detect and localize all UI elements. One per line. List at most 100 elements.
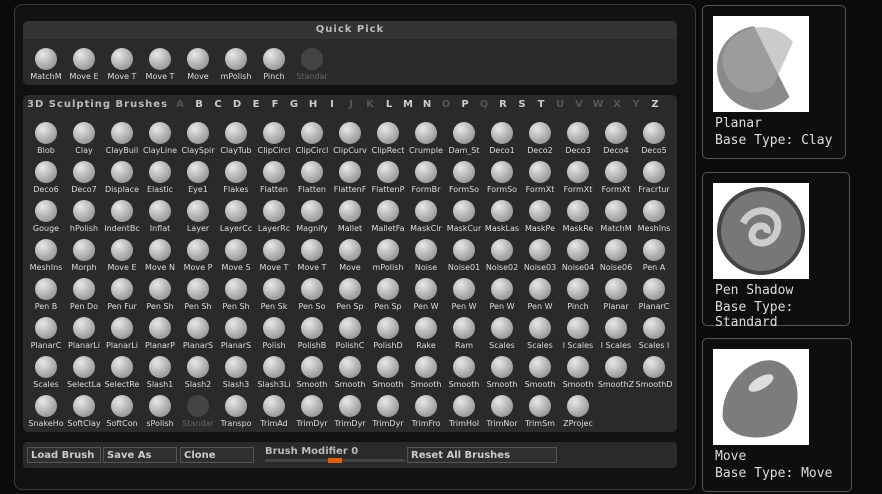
brush-item[interactable]: Pen Sp [331, 273, 369, 312]
brush-item[interactable]: Pen Sh [179, 273, 217, 312]
brush-item[interactable]: Scales l [635, 312, 673, 351]
brush-item[interactable]: SoftClay [65, 390, 103, 429]
brush-item[interactable]: Flatten [293, 156, 331, 195]
brush-item[interactable]: Standar [179, 390, 217, 429]
brush-item[interactable]: MeshIns [635, 195, 673, 234]
brush-item[interactable]: Smooth [293, 351, 331, 390]
brush-item[interactable]: Layer [179, 195, 217, 234]
brush-item[interactable]: ClipCircl [255, 117, 293, 156]
alphabet-letter-s[interactable]: S [515, 99, 529, 110]
alphabet-letter-c[interactable]: C [211, 99, 225, 110]
brush-item[interactable]: Fracrtur [635, 156, 673, 195]
brush-item[interactable]: SelectRe [103, 351, 141, 390]
brush-item[interactable]: mPolish [369, 234, 407, 273]
brush-item[interactable]: ClipCircl [293, 117, 331, 156]
brush-item[interactable]: Pen Do [65, 273, 103, 312]
brush-item[interactable]: Inflat [141, 195, 179, 234]
brush-item[interactable]: Noise04 [559, 234, 597, 273]
brush-item[interactable]: Pen W [445, 273, 483, 312]
load-brush-button[interactable]: Load Brush [27, 447, 101, 463]
brush-item[interactable]: Pen Sh [141, 273, 179, 312]
brush-item[interactable]: Flatten [255, 156, 293, 195]
brush-item[interactable]: LayerCc [217, 195, 255, 234]
quick-pick-brush-0[interactable]: MatchM [27, 43, 65, 82]
brush-item[interactable]: sPolish [141, 390, 179, 429]
brush-item[interactable]: Scales [521, 312, 559, 351]
brush-item[interactable]: Pinch [559, 273, 597, 312]
brush-item[interactable]: MaskPe [521, 195, 559, 234]
brush-item[interactable]: Dam_St [445, 117, 483, 156]
alphabet-letter-g[interactable]: G [287, 99, 301, 110]
brush-preview-pen-shadow[interactable]: Pen Shadow Base Type: Standard [702, 172, 850, 330]
clone-button[interactable]: Clone [180, 447, 254, 463]
brush-item[interactable]: FormSo [445, 156, 483, 195]
brush-item[interactable]: Smooth [559, 351, 597, 390]
quick-pick-brush-5[interactable]: mPolish [217, 43, 255, 82]
brush-item[interactable]: Deco4 [597, 117, 635, 156]
brush-item[interactable]: LayerRc [255, 195, 293, 234]
brush-item[interactable]: Move E [103, 234, 141, 273]
brush-item[interactable]: Pen Sp [369, 273, 407, 312]
quick-pick-brush-6[interactable]: Pinch [255, 43, 293, 82]
brush-item[interactable]: Smooth [407, 351, 445, 390]
save-as-button[interactable]: Save As [103, 447, 177, 463]
brush-item[interactable]: PlanarLi [65, 312, 103, 351]
brush-item[interactable]: PolishC [331, 312, 369, 351]
brush-item[interactable]: PlanarP [141, 312, 179, 351]
brush-item[interactable]: ClayBuil [103, 117, 141, 156]
brush-item[interactable]: MaskCur [445, 195, 483, 234]
brush-item[interactable]: Move T [255, 234, 293, 273]
alphabet-letter-b[interactable]: B [192, 99, 206, 110]
alphabet-letter-e[interactable]: E [249, 99, 263, 110]
brush-modifier-slider[interactable]: Brush Modifier 0 [265, 446, 358, 457]
brush-item[interactable]: l Scales [559, 312, 597, 351]
brush-item[interactable]: Deco2 [521, 117, 559, 156]
brush-item[interactable]: Displace [103, 156, 141, 195]
alphabet-letter-t[interactable]: T [534, 99, 548, 110]
brush-item[interactable]: PlanarS [179, 312, 217, 351]
brush-item[interactable]: Transpo [217, 390, 255, 429]
brush-item[interactable]: Deco1 [483, 117, 521, 156]
brush-item[interactable]: Noise02 [483, 234, 521, 273]
brush-item[interactable]: FlattenF [331, 156, 369, 195]
brush-item[interactable]: FormXt [559, 156, 597, 195]
brush-item[interactable]: TrimSm [521, 390, 559, 429]
alphabet-letter-p[interactable]: P [458, 99, 472, 110]
brush-item[interactable]: Pen W [521, 273, 559, 312]
brush-item[interactable]: Blob [27, 117, 65, 156]
brush-item[interactable]: TrimAd [255, 390, 293, 429]
brush-item[interactable]: Magnify [293, 195, 331, 234]
brush-item[interactable]: PlanarC [27, 312, 65, 351]
brush-item[interactable]: Smooth [521, 351, 559, 390]
quick-pick-brush-1[interactable]: Move E [65, 43, 103, 82]
brush-item[interactable]: MatchM [597, 195, 635, 234]
brush-item[interactable]: Slash1 [141, 351, 179, 390]
brush-item[interactable]: TrimDyr [369, 390, 407, 429]
brush-item[interactable]: TrimDyr [331, 390, 369, 429]
brush-item[interactable]: FormXt [521, 156, 559, 195]
brush-preview-planar[interactable]: Planar Base Type: Clay [702, 5, 846, 159]
alphabet-letter-i[interactable]: I [325, 99, 339, 110]
brush-item[interactable]: Pen B [27, 273, 65, 312]
quick-pick-brush-3[interactable]: Move T [141, 43, 179, 82]
reset-all-brushes-button[interactable]: Reset All Brushes [407, 447, 557, 463]
brush-item[interactable]: Polish [255, 312, 293, 351]
alphabet-letter-f[interactable]: F [268, 99, 282, 110]
brush-item[interactable]: ZProjec [559, 390, 597, 429]
brush-item[interactable]: Pen So [293, 273, 331, 312]
brush-item[interactable]: Move [331, 234, 369, 273]
brush-item[interactable]: TrimNor [483, 390, 521, 429]
brush-item[interactable]: Noise03 [521, 234, 559, 273]
brush-item[interactable]: FormXt [597, 156, 635, 195]
brush-item[interactable]: MalletFa [369, 195, 407, 234]
brush-modifier-knob[interactable] [328, 458, 342, 463]
brush-item[interactable]: FlattenP [369, 156, 407, 195]
alphabet-letter-z[interactable]: Z [648, 99, 662, 110]
brush-item[interactable]: Deco6 [27, 156, 65, 195]
brush-preview-move[interactable]: Move Base Type: Move [702, 338, 852, 492]
alphabet-letter-d[interactable]: D [230, 99, 244, 110]
brush-item[interactable]: ClayTub [217, 117, 255, 156]
brush-item[interactable]: TrimHol [445, 390, 483, 429]
brush-item[interactable]: MaskCir [407, 195, 445, 234]
brush-modifier-track[interactable] [265, 458, 405, 463]
